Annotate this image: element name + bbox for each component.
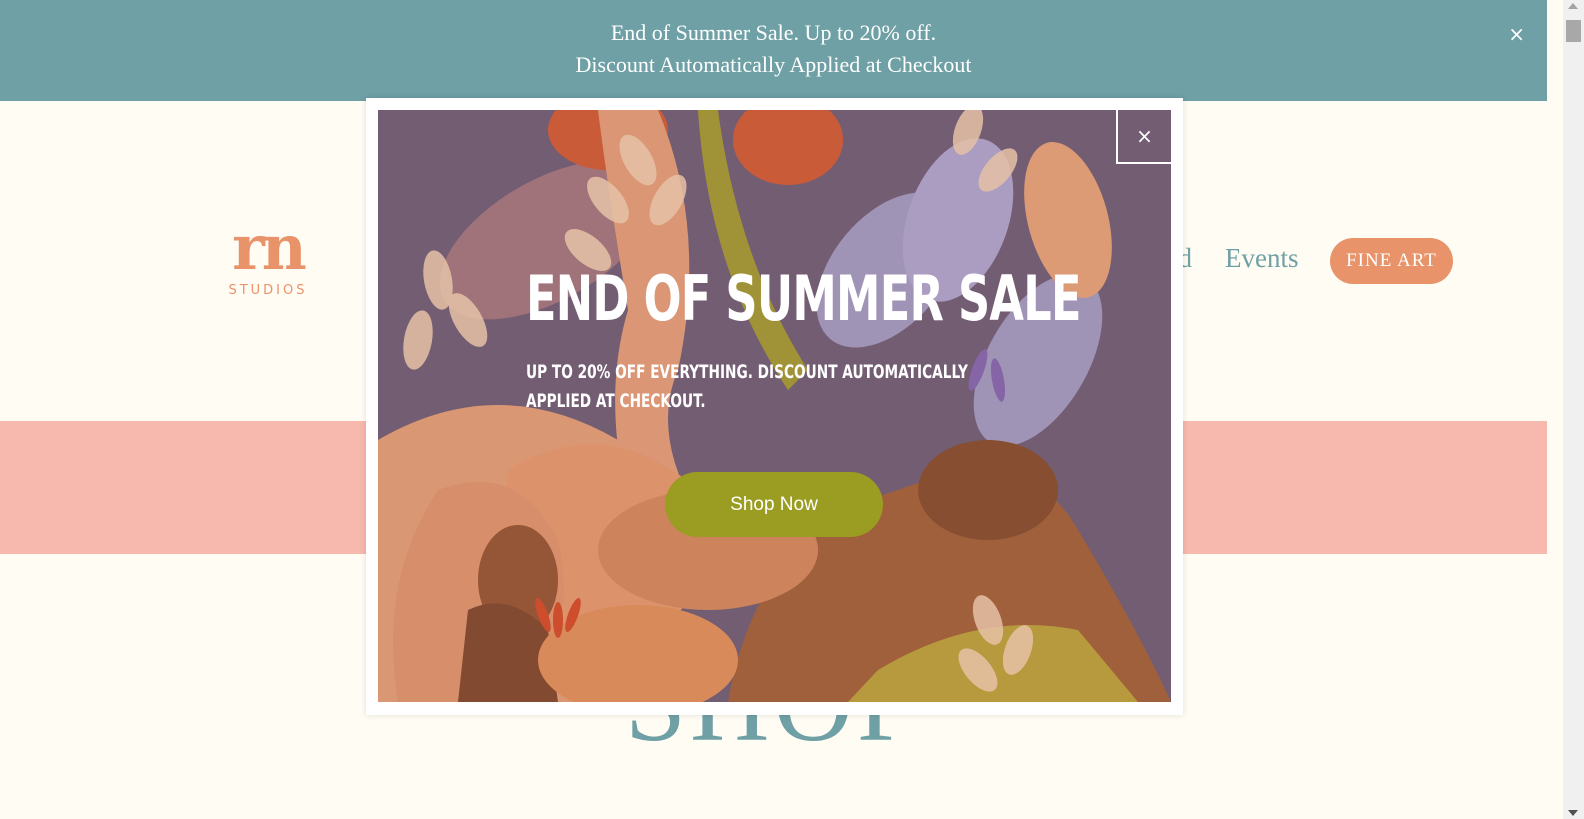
shop-now-button[interactable]: Shop Now [665,472,883,537]
announcement-line-2: Discount Automatically Applied at Checko… [575,52,972,77]
popup-title: END OF SUMMER SALE [526,262,1081,335]
scroll-up-arrow-icon[interactable] [1568,3,1578,9]
fine-art-button[interactable]: FINE ART [1330,238,1453,284]
scroll-down-arrow-icon[interactable] [1568,810,1578,816]
popup-close-icon[interactable]: × [1116,110,1171,164]
logo-subtitle: STUDIOS [228,283,308,298]
scrollbar[interactable] [1563,0,1584,819]
logo[interactable]: rn STUDIOS [218,211,318,299]
logo-mark: rn [232,211,307,284]
popup-subtitle: UP TO 20% OFF EVERYTHING. DISCOUNT AUTOM… [526,361,968,412]
announcement-line-1: End of Summer Sale. Up to 20% off. [610,20,937,45]
sale-popup: × END OF SUMMER SALE UP TO 20% OFF EVERY… [366,98,1183,715]
nav-link-events[interactable]: Events [1225,243,1299,274]
popup-artwork: × END OF SUMMER SALE UP TO 20% OFF EVERY… [378,110,1171,702]
close-icon[interactable]: × [1508,18,1525,50]
announcement-bar: End of Summer Sale. Up to 20% off. Disco… [0,0,1547,101]
scroll-thumb[interactable] [1566,20,1581,42]
